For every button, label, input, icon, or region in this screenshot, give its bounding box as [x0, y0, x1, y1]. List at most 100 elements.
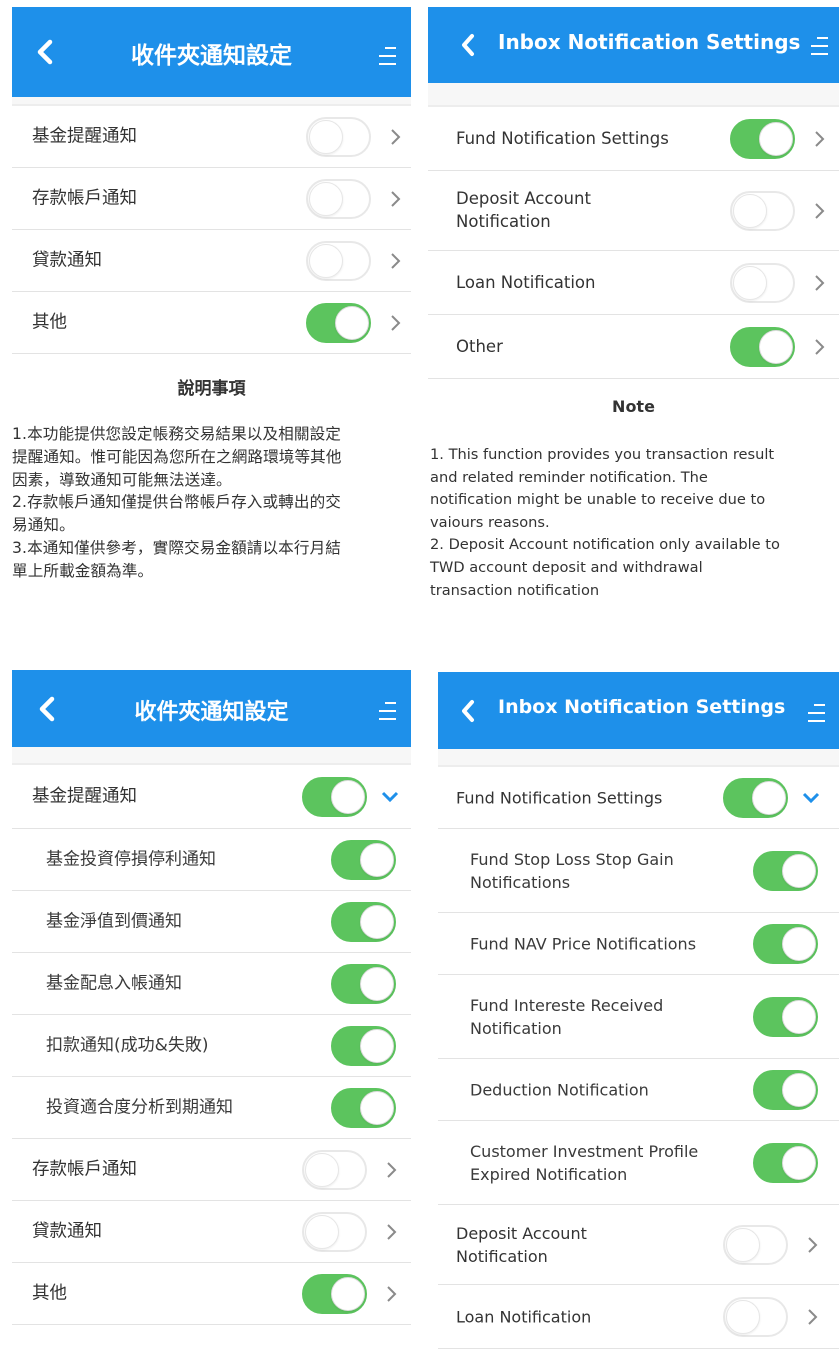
toggle-knob	[305, 1152, 339, 1187]
menu-icon[interactable]	[376, 45, 398, 67]
setting-row[interactable]: Other	[428, 315, 839, 379]
setting-row[interactable]: Fund Notification Settings	[428, 107, 839, 171]
toggle-knob	[331, 779, 365, 814]
note-body: 1. This function provides you transactio…	[428, 444, 839, 602]
chevron-right-icon[interactable]	[385, 1285, 397, 1303]
setting-label: Deposit Account Notification	[456, 188, 591, 232]
notification-toggle[interactable]	[302, 776, 367, 817]
notification-toggle[interactable]	[302, 1211, 367, 1252]
toggle-knob	[360, 1090, 394, 1125]
menu-icon[interactable]	[805, 702, 827, 724]
toggle-knob	[726, 1227, 760, 1262]
sub-setting-row[interactable]: Fund Stop Loss Stop Gain Notifications	[438, 829, 839, 913]
chevron-right-icon[interactable]	[806, 1236, 818, 1254]
menu-icon[interactable]	[808, 35, 830, 57]
notification-toggle[interactable]	[331, 839, 396, 880]
setting-row[interactable]: Deposit Account Notification	[438, 1205, 839, 1285]
toggle-knob	[331, 1276, 365, 1311]
sub-setting-row[interactable]: 扣款通知(成功&失敗)	[12, 1015, 411, 1077]
setting-label: Loan Notification	[456, 272, 596, 292]
setting-row[interactable]: Loan Notification	[428, 251, 839, 315]
chevron-right-icon[interactable]	[813, 130, 825, 148]
notification-toggle[interactable]	[306, 240, 371, 281]
app-header: Inbox Notification Settings	[438, 672, 839, 749]
toggle-knob	[782, 1145, 816, 1180]
notification-toggle[interactable]	[753, 1069, 818, 1110]
setting-row[interactable]: Fund Notification Settings	[438, 767, 839, 829]
setting-row[interactable]: 貸款通知	[12, 1201, 411, 1263]
notification-toggle[interactable]	[753, 923, 818, 964]
setting-row[interactable]: 存款帳戶通知	[12, 168, 411, 230]
chevron-right-icon[interactable]	[813, 202, 825, 220]
chevron-right-icon[interactable]	[389, 252, 401, 270]
sub-setting-row[interactable]: Customer Investment Profile Expired Noti…	[438, 1121, 839, 1205]
toggle-knob	[733, 193, 767, 228]
notification-toggle[interactable]	[723, 1296, 788, 1337]
settings-content: Fund Notification Settings Fund Stop Loss…	[438, 765, 839, 1353]
chevron-right-icon[interactable]	[806, 1308, 818, 1326]
notification-toggle[interactable]	[723, 1224, 788, 1265]
menu-icon[interactable]	[376, 700, 398, 722]
setting-row[interactable]: 基金提醒通知	[12, 106, 411, 168]
chevron-right-icon[interactable]	[813, 338, 825, 356]
notification-toggle[interactable]	[331, 1087, 396, 1128]
setting-label: Fund Intereste Received Notification	[470, 995, 664, 1038]
toggle-knob	[360, 966, 394, 1001]
notification-toggle[interactable]	[302, 1273, 367, 1314]
sub-setting-row[interactable]: Fund Intereste Received Notification	[438, 975, 839, 1059]
notification-toggle[interactable]	[306, 302, 371, 343]
notification-toggle[interactable]	[753, 1142, 818, 1183]
note-line: vaiours reasons.	[430, 513, 550, 531]
notification-toggle[interactable]	[302, 1149, 367, 1190]
settings-content: Fund Notification Settings Deposit Accoun…	[428, 105, 839, 618]
page-title: Inbox Notification Settings	[498, 696, 786, 718]
notification-toggle[interactable]	[331, 1025, 396, 1066]
note-line: and related reminder notification. The	[430, 468, 708, 486]
toggle-knob	[782, 1072, 816, 1107]
notification-toggle[interactable]	[730, 262, 795, 303]
notification-toggle[interactable]	[306, 178, 371, 219]
chevron-right-icon[interactable]	[389, 314, 401, 332]
setting-row[interactable]: Deposit Account Notification	[428, 171, 839, 251]
sub-setting-row[interactable]: Deduction Notification	[438, 1059, 839, 1121]
notification-toggle[interactable]	[730, 118, 795, 159]
setting-label: 存款帳戶通知	[32, 1158, 137, 1179]
page-title: 收件夾通知設定	[134, 700, 289, 725]
setting-row[interactable]: 其他	[12, 292, 411, 354]
notification-toggle[interactable]	[331, 963, 396, 1004]
setting-label: Deduction Notification	[470, 1079, 649, 1099]
back-arrow-icon[interactable]	[460, 33, 476, 57]
setting-row[interactable]: 存款帳戶通知	[12, 1139, 411, 1201]
sub-setting-row[interactable]: 基金投資停損停利通知	[12, 829, 411, 891]
sub-setting-row[interactable]: 基金配息入帳通知	[12, 953, 411, 1015]
chevron-right-icon[interactable]	[385, 1223, 397, 1241]
notification-toggle[interactable]	[730, 190, 795, 231]
sub-setting-row[interactable]: 投資適合度分析到期通知	[12, 1077, 411, 1139]
notification-toggle[interactable]	[331, 901, 396, 942]
notification-toggle[interactable]	[723, 777, 788, 818]
chevron-down-icon[interactable]	[381, 791, 399, 803]
setting-row[interactable]: Loan Notification	[438, 1285, 839, 1349]
back-arrow-icon[interactable]	[460, 699, 476, 723]
sub-setting-row[interactable]: Fund NAV Price Notifications	[438, 913, 839, 975]
notification-toggle[interactable]	[306, 116, 371, 157]
chevron-right-icon[interactable]	[813, 274, 825, 292]
sub-setting-row[interactable]: 基金淨值到價通知	[12, 891, 411, 953]
setting-label: 扣款通知(成功&失敗)	[46, 1035, 209, 1056]
chevron-right-icon[interactable]	[389, 190, 401, 208]
en-settings-expanded-screen: Inbox Notification Settings Fund Notific…	[438, 672, 839, 1353]
chevron-right-icon[interactable]	[385, 1161, 397, 1179]
note-line: 提醒通知。惟可能因為您所在之網路環境等其他	[12, 447, 342, 466]
setting-label: Customer Investment Profile Expired Noti…	[470, 1141, 699, 1184]
setting-row[interactable]: 基金提醒通知	[12, 765, 411, 829]
setting-row[interactable]: 貸款通知	[12, 230, 411, 292]
notification-toggle[interactable]	[730, 326, 795, 367]
chevron-down-icon[interactable]	[802, 792, 820, 804]
chevron-right-icon[interactable]	[389, 128, 401, 146]
zh-settings-expanded-screen: 收件夾通知設定 基金提醒通知 基金投資停損停利通知 基金淨值到價通知 基金配息入帳通知…	[12, 670, 411, 1353]
toggle-knob	[309, 243, 343, 278]
notification-toggle[interactable]	[753, 850, 818, 891]
notification-list: Fund Notification Settings Deposit Accoun…	[428, 107, 839, 379]
notification-toggle[interactable]	[753, 996, 818, 1037]
setting-row[interactable]: 其他	[12, 1263, 411, 1325]
